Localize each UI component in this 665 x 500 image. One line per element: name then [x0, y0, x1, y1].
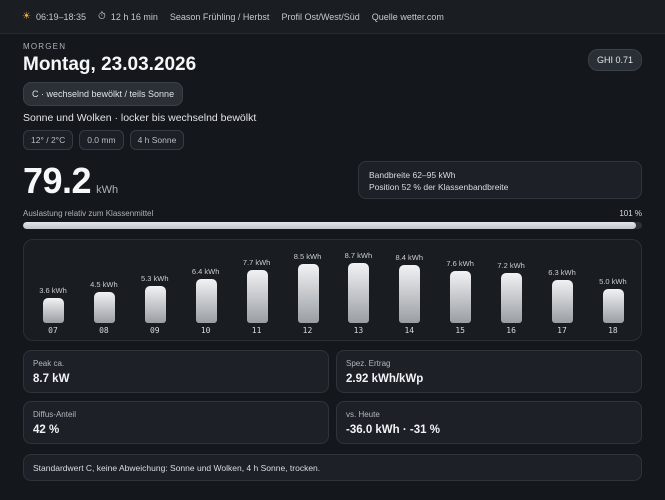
- hour-bar: [93, 292, 115, 323]
- summary-footer: Standardwert C, keine Abweichung: Sonne …: [23, 454, 642, 481]
- condition-class-badge: C · wechselnd bewölkt / teils Sonne: [23, 82, 184, 106]
- day-length-text: 12 h 16 min: [110, 11, 158, 22]
- precipitation-chip: 0.0 mm: [79, 130, 124, 150]
- hour-label: 18: [608, 326, 618, 335]
- peak-card: Peak ca. 8.7 kW: [23, 350, 329, 393]
- hour-value-label: 8.5 kWh: [293, 252, 322, 261]
- hour-label: 10: [200, 326, 211, 335]
- hour-label: 17: [557, 326, 567, 335]
- diffuse-value: 42 %: [33, 424, 60, 436]
- vs-today-label: vs. Heute: [346, 410, 380, 419]
- hour-column: 7.7 kWh 11: [232, 240, 282, 340]
- hour-bar: [297, 264, 319, 323]
- hour-column: 5.0 kWh 18: [588, 240, 638, 340]
- hour-bar: [43, 298, 64, 323]
- hour-value-label: 5.0 kWh: [599, 277, 627, 286]
- forecast-value: 79.2: [23, 160, 92, 201]
- specific-yield-card: Spez. Ertrag 2.92 kWh/kWp: [336, 350, 642, 393]
- hour-column: 7.2 kWh 16: [486, 240, 536, 340]
- hour-bar: [195, 279, 217, 323]
- hour-value-label: 7.6 kWh: [446, 259, 474, 268]
- weather-chips: 12° / 2°C 0.0 mm 4 h Sonne: [23, 130, 185, 150]
- hour-label: 16: [506, 326, 516, 335]
- hour-label: 14: [404, 326, 415, 335]
- ghi-badge: GHI 0.71: [587, 49, 642, 71]
- utilization-bar-fill: [23, 222, 636, 229]
- hour-label: 13: [353, 326, 364, 335]
- day-length: ⏱ 12 h 16 min: [98, 11, 158, 22]
- hour-column: 3.6 kWh 07: [28, 240, 78, 340]
- hour-value-label: 3.6 kWh: [39, 286, 67, 295]
- vs-today-value: -36.0 kWh · -31 %: [346, 424, 440, 436]
- utilization-label: Auslastung relativ zum Klassenmittel: [23, 209, 154, 218]
- weather-description: Sonne und Wolken · locker bis wechselnd …: [23, 112, 257, 124]
- sunshine-chip: 4 h Sonne: [129, 130, 185, 150]
- utilization-bar: [23, 222, 642, 229]
- bandwidth-range: Bandbreite 62–95 kWh: [369, 170, 456, 180]
- clock-icon: ⏱: [98, 11, 106, 22]
- hour-value-label: 6.3 kWh: [548, 268, 576, 277]
- hour-value-label: 6.4 kWh: [191, 267, 220, 276]
- hour-value-label: 8.4 kWh: [395, 253, 424, 262]
- hour-bar: [348, 263, 370, 323]
- hour-value-label: 5.3 kWh: [141, 274, 169, 283]
- diffuse-label: Diffus-Anteil: [33, 410, 76, 419]
- hour-column: 4.5 kWh 08: [79, 240, 129, 340]
- bandwidth-position: Position 52 % der Klassenbandbreite: [369, 182, 509, 192]
- hour-bar: [399, 265, 421, 323]
- hour-bar: [552, 280, 573, 323]
- top-info-bar: ☀ 06:19–18:35 ⏱ 12 h 16 min Season Frühl…: [0, 0, 665, 34]
- source-info: Quelle wetter.com: [371, 11, 444, 22]
- hour-label: 12: [302, 326, 313, 335]
- specific-yield-value: 2.92 kWh/kWp: [346, 373, 424, 385]
- peak-value: 8.7 kW: [33, 373, 70, 385]
- diffuse-card: Diffus-Anteil 42 %: [23, 401, 329, 444]
- sun-times-text: 06:19–18:35: [35, 11, 87, 22]
- hour-bar: [501, 273, 523, 323]
- hour-label: 15: [455, 326, 465, 335]
- hour-value-label: 7.7 kWh: [242, 258, 271, 267]
- sun-icon: ☀: [22, 11, 31, 22]
- hour-label: 09: [149, 326, 160, 335]
- hour-column: 5.3 kWh 09: [130, 240, 180, 340]
- utilization-percent: 101 %: [619, 209, 642, 218]
- hour-column: 6.4 kWh 10: [181, 240, 231, 340]
- hour-label: 11: [251, 326, 262, 335]
- hour-column: 6.3 kWh 17: [537, 240, 587, 340]
- forecast-unit: kWh: [96, 184, 119, 196]
- hour-column: 8.5 kWh 12: [283, 240, 333, 340]
- hour-bar: [144, 286, 166, 323]
- vs-today-card: vs. Heute -36.0 kWh · -31 %: [336, 401, 642, 444]
- temperature-chip: 12° / 2°C: [23, 130, 74, 150]
- hour-column: 7.6 kWh 15: [435, 240, 485, 340]
- specific-yield-label: Spez. Ertrag: [346, 359, 391, 368]
- hour-value-label: 4.5 kWh: [90, 280, 118, 289]
- profile-info: Profil Ost/West/Süd: [281, 11, 360, 22]
- hour-column: 8.7 kWh 13: [333, 240, 383, 340]
- hour-value-label: 7.2 kWh: [497, 261, 525, 270]
- peak-label: Peak ca.: [33, 359, 65, 368]
- hourly-forecast-chart: 3.6 kWh 07 4.5 kWh 08 5.3 kWh 09 6.4 kWh 10 7.7 …: [23, 239, 642, 341]
- hour-value-label: 8.7 kWh: [344, 251, 373, 260]
- hour-bar: [450, 271, 472, 323]
- sun-times: ☀ 06:19–18:35: [22, 11, 86, 22]
- page-title-date: Montag, 23.03.2026: [23, 54, 197, 75]
- hour-label: 07: [48, 326, 58, 335]
- season-info: Season Frühling / Herbst: [169, 11, 270, 22]
- hour-label: 08: [99, 326, 109, 335]
- forecast-total: 79.2 kWh: [23, 160, 118, 202]
- hour-bar: [602, 289, 624, 323]
- hour-bar: [246, 270, 268, 323]
- hour-column: 8.4 kWh 14: [384, 240, 434, 340]
- bandwidth-box: Bandbreite 62–95 kWh Position 52 % der K…: [358, 161, 642, 199]
- day-kicker: MORGEN: [23, 42, 67, 51]
